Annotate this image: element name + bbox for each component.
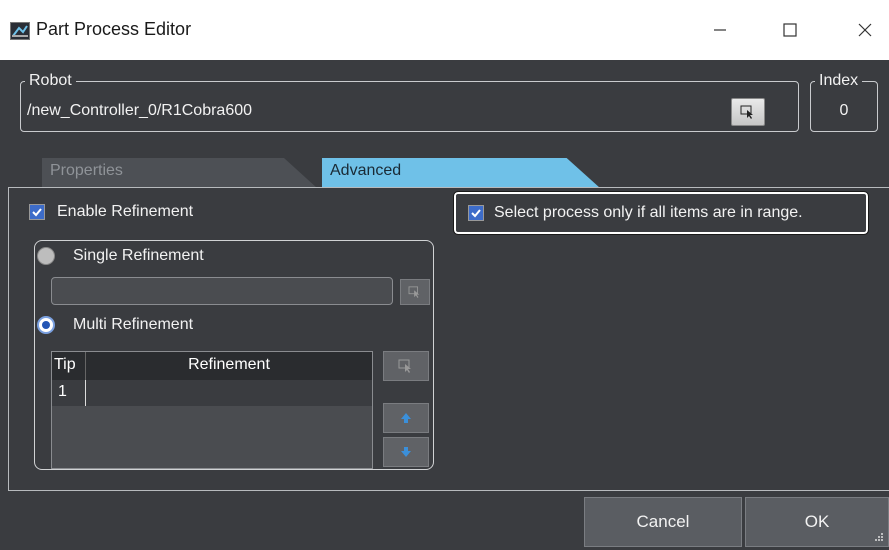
pointer-select-icon [408, 286, 420, 298]
arrow-down-icon [401, 447, 411, 457]
single-pick-button[interactable] [400, 279, 430, 305]
cancel-button[interactable]: Cancel [584, 497, 742, 547]
table-cell-tip: 1 [52, 380, 86, 406]
dialog-body: Robot /new_Controller_0/R1Cobra600 Index… [0, 60, 889, 550]
column-header-tip: Tip [52, 352, 86, 380]
minimize-icon [714, 29, 726, 31]
single-refinement-label: Single Refinement [73, 247, 204, 264]
index-value: 0 [839, 102, 849, 119]
resize-grip-icon[interactable] [874, 532, 884, 542]
robot-pick-button[interactable] [731, 98, 765, 126]
pointer-select-icon [398, 359, 411, 373]
column-header-refinement: Refinement [188, 356, 270, 373]
move-up-button[interactable] [383, 403, 429, 433]
single-refinement-radio[interactable]: Single Refinement [37, 247, 204, 265]
ok-button[interactable]: OK [745, 497, 889, 547]
radio-selected-icon [37, 316, 55, 334]
index-label: Index [819, 72, 859, 89]
robot-path: /new_Controller_0/R1Cobra600 [27, 102, 253, 119]
ok-label: OK [804, 512, 830, 531]
app-icon [10, 22, 30, 40]
table-row[interactable]: 1 [52, 380, 372, 406]
checkbox-icon [468, 205, 484, 221]
select-process-checkbox[interactable]: Select process only if all items are in … [453, 191, 869, 235]
move-down-button[interactable] [383, 437, 429, 467]
maximize-icon [783, 23, 797, 37]
radio-icon [37, 247, 55, 265]
index-group: Index 0 [810, 72, 878, 132]
minimize-button[interactable] [695, 12, 745, 48]
checkbox-icon [29, 204, 45, 220]
arrow-up-icon [401, 413, 411, 423]
table-pick-button[interactable] [383, 351, 429, 381]
maximize-button[interactable] [765, 12, 815, 48]
title-bar: Part Process Editor [0, 0, 889, 60]
close-button[interactable] [840, 12, 889, 48]
multi-refinement-radio[interactable]: Multi Refinement [37, 316, 193, 334]
tab-advanced[interactable]: Advanced [322, 158, 600, 188]
enable-refinement-label: Enable Refinement [57, 203, 194, 220]
refinement-mode-group: Single Refinement Multi Refinement Tip R… [34, 240, 434, 470]
select-process-label: Select process only if all items are in … [494, 204, 803, 221]
close-icon [858, 23, 872, 37]
tab-properties[interactable]: Properties [42, 158, 317, 188]
window-title: Part Process Editor [36, 19, 192, 39]
robot-group: Robot /new_Controller_0/R1Cobra600 [20, 72, 799, 132]
robot-label: Robot [29, 72, 72, 89]
advanced-panel: Enable Refinement Select process only if… [8, 187, 889, 491]
refinement-table: Tip Refinement 1 [51, 351, 373, 469]
pointer-select-icon [740, 105, 753, 119]
table-header: Tip Refinement [52, 352, 372, 380]
enable-refinement-checkbox[interactable]: Enable Refinement [29, 203, 193, 221]
single-refinement-input[interactable] [51, 277, 393, 305]
multi-refinement-label: Multi Refinement [73, 316, 194, 333]
